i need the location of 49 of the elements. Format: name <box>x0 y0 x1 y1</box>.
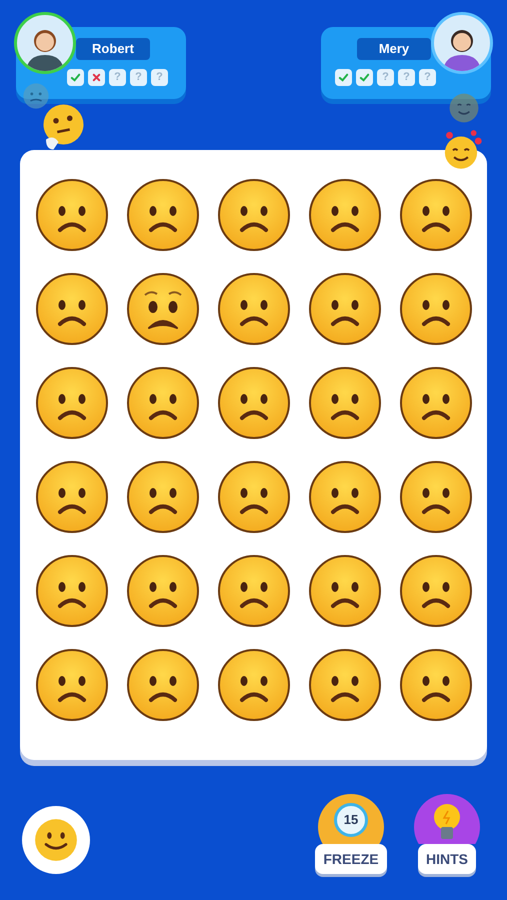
frowning-face-icon[interactable] <box>308 366 382 440</box>
frowning-face-icon[interactable] <box>308 178 382 252</box>
smiley-icon <box>34 818 78 862</box>
check-icon <box>67 69 84 86</box>
stopwatch-icon[interactable]: 15 <box>318 794 384 844</box>
frowning-face-icon[interactable] <box>398 178 472 252</box>
frowning-face-icon[interactable] <box>126 178 200 252</box>
frowning-face-icon[interactable] <box>126 554 200 628</box>
freeze-button[interactable]: FREEZE <box>315 844 387 874</box>
frowning-face-icon[interactable] <box>398 366 472 440</box>
frozen-face-icon <box>22 82 50 110</box>
frowning-face-icon[interactable] <box>216 554 290 628</box>
check-icon <box>335 69 352 86</box>
player-name: Mery <box>357 38 431 60</box>
pending-mark: ? <box>151 69 168 86</box>
frowning-face-icon[interactable] <box>308 648 382 722</box>
player-name: Robert <box>76 38 150 60</box>
cross-icon <box>88 69 105 86</box>
frowning-face-icon[interactable] <box>34 648 108 722</box>
timer-value: 15 <box>344 811 358 830</box>
frowning-face-icon[interactable] <box>34 366 108 440</box>
pending-mark: ? <box>419 69 436 86</box>
pending-mark: ? <box>377 69 394 86</box>
frowning-face-icon[interactable] <box>216 460 290 534</box>
frowning-face-icon[interactable] <box>216 178 290 252</box>
frowning-face-icon[interactable] <box>308 460 382 534</box>
hints-button[interactable]: HINTS <box>418 844 476 874</box>
pending-mark: ? <box>130 69 147 86</box>
frowning-face-icon[interactable] <box>398 554 472 628</box>
frowning-face-icon[interactable] <box>216 366 290 440</box>
frowning-face-icon[interactable] <box>216 648 290 722</box>
frowning-face-icon[interactable] <box>308 554 382 628</box>
worried-face-icon[interactable] <box>126 272 200 346</box>
lightbulb-icon[interactable] <box>414 794 480 844</box>
frowning-face-icon[interactable] <box>126 648 200 722</box>
frowning-face-icon[interactable] <box>398 460 472 534</box>
frowning-face-icon[interactable] <box>34 554 108 628</box>
frowning-face-icon[interactable] <box>126 460 200 534</box>
frowning-face-icon[interactable] <box>126 366 200 440</box>
pending-mark: ? <box>398 69 415 86</box>
frowning-face-icon[interactable] <box>398 272 472 346</box>
pending-mark: ? <box>109 69 126 86</box>
frowning-face-icon[interactable] <box>216 272 290 346</box>
frowning-face-icon[interactable] <box>398 648 472 722</box>
frowning-face-icon[interactable] <box>34 178 108 252</box>
frowning-face-icon[interactable] <box>34 272 108 346</box>
frowning-face-icon[interactable] <box>308 272 382 346</box>
check-icon <box>356 69 373 86</box>
frowning-face-icon[interactable] <box>34 460 108 534</box>
